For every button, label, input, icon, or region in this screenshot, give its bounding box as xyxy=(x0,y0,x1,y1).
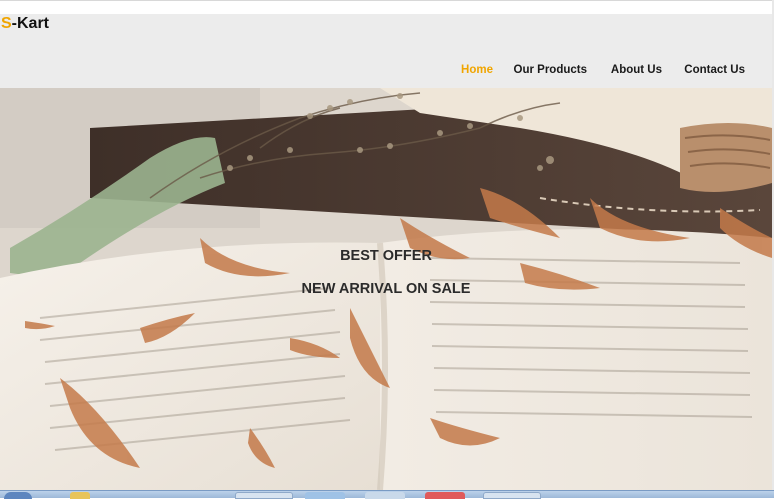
nav-link-home[interactable]: Home xyxy=(461,64,493,76)
logo-accent-letter: S xyxy=(1,15,12,32)
os-taskbar xyxy=(0,490,774,499)
logo-text: -Kart xyxy=(11,15,50,32)
hero-subheadline: NEW ARRIVAL ON SALE xyxy=(301,281,471,297)
nav-link-contact-us[interactable]: Contact Us xyxy=(684,64,745,76)
nav-link-our-products[interactable]: Our Products xyxy=(514,64,587,76)
nav-link-about-us[interactable]: About Us xyxy=(611,64,662,76)
site-logo[interactable]: S-Kart xyxy=(1,15,49,33)
hero-banner: BEST OFFER NEW ARRIVAL ON SALE xyxy=(0,88,772,490)
browser-top-strip xyxy=(0,0,774,14)
hero-headline: BEST OFFER xyxy=(340,248,432,264)
site-header: S-Kart Home Our Products About Us Contac… xyxy=(0,14,772,88)
